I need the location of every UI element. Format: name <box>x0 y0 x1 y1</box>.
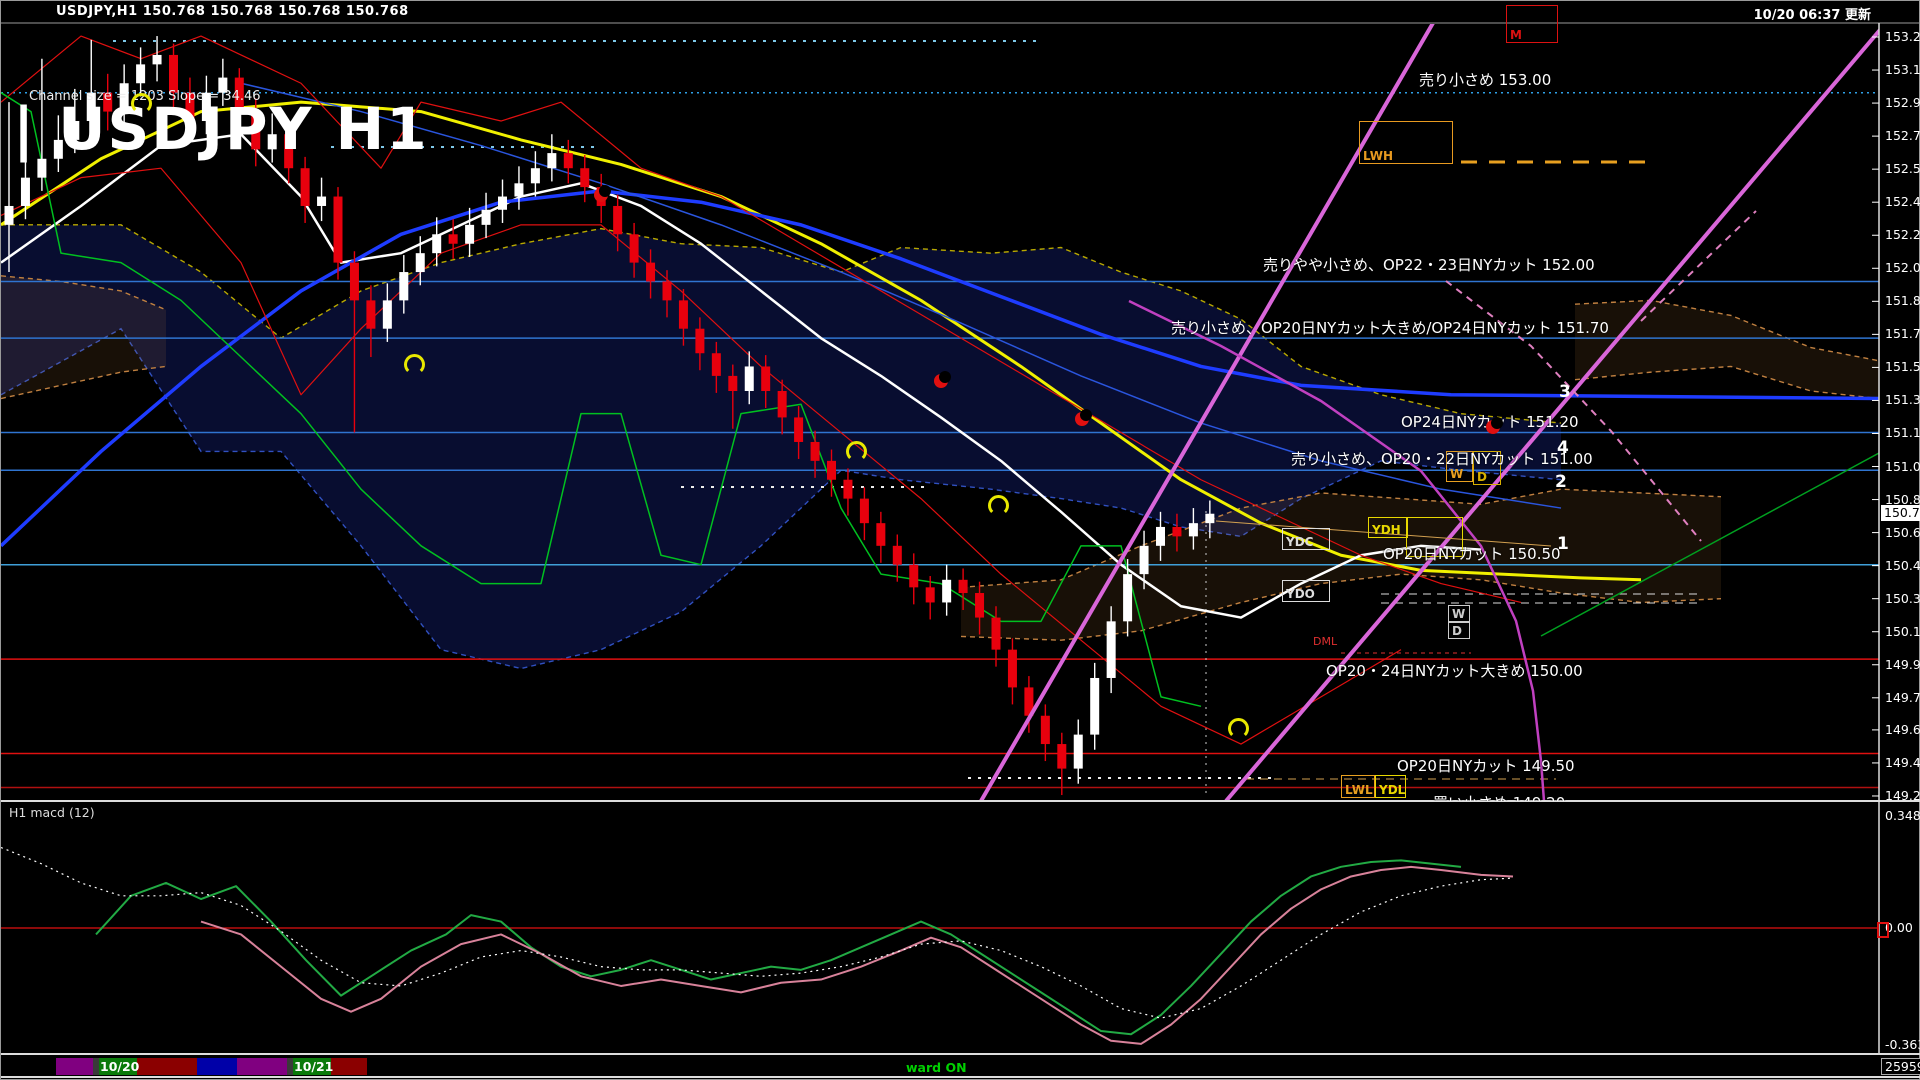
price-tick-label: 150.670 <box>1885 525 1920 540</box>
price-tick-label: 151.020 <box>1885 459 1920 474</box>
wave-number-label: 4 <box>1557 438 1569 458</box>
price-tick-label: 151.545 <box>1885 359 1920 374</box>
price-tick-label: 150.320 <box>1885 591 1920 606</box>
macd-tick-label: -0.363 <box>1885 1037 1920 1052</box>
price-tick-label: 150.145 <box>1885 624 1920 639</box>
main-chart-area[interactable]: | USDJPY H1 Channel size = 1203 Slope = … <box>1 23 1879 801</box>
moon-phase-icon-yellow <box>988 495 1009 516</box>
moon-phase-icon-red <box>594 188 608 202</box>
timeline-segment <box>56 1058 93 1075</box>
price-tick-label: 149.970 <box>1885 657 1920 672</box>
price-tick-label: 149.795 <box>1885 690 1920 705</box>
timeline-segment <box>367 1058 1879 1075</box>
price-tick-label: 151.195 <box>1885 425 1920 440</box>
timeline-status-label: ward ON <box>906 1060 967 1075</box>
moon-phase-icon-red <box>1075 412 1089 426</box>
level-annotation: 売り小さめ 153.00 <box>1419 69 1551 90</box>
price-tick-label: 151.895 <box>1885 293 1920 308</box>
macd-panel-group <box>1 848 1879 1044</box>
wave-number-label: 1 <box>1557 534 1569 554</box>
level-annotation: 売り小さめ、OP20・22日NYカット 151.00 <box>1291 448 1593 469</box>
chart-window: USDJPY,H1 150.768 150.768 150.768 150.76… <box>0 0 1920 1080</box>
level-annotation: 売りやや小さめ、OP22・23日NYカット 152.00 <box>1263 254 1595 275</box>
price-tick-label: 153.120 <box>1885 62 1920 77</box>
macd-signal-dotted <box>1 848 1513 1019</box>
moon-phase-icon-red <box>1486 420 1500 434</box>
timeline-segment <box>237 1058 287 1075</box>
level-annotation: DML <box>1313 635 1337 648</box>
price-tick-label: 149.625 <box>1885 722 1920 737</box>
moon-phase-icon-yellow <box>846 441 867 462</box>
macd-pink <box>201 867 1513 1044</box>
price-tick-label: 150.495 <box>1885 558 1920 573</box>
macd-tick-label: 0.348 <box>1885 808 1920 823</box>
footer-value-box: 25959 <box>1881 1058 1920 1075</box>
macd-indicator-label: H1 macd (12) <box>9 805 95 820</box>
timeline-segment <box>1 1058 56 1075</box>
timeline-segment <box>137 1058 197 1075</box>
price-tick-label: 151.370 <box>1885 392 1920 407</box>
timeline-date-label: 10/20 <box>100 1059 139 1074</box>
price-tick-label: 149.450 <box>1885 755 1920 770</box>
price-tick-label: 153.295 <box>1885 29 1920 44</box>
price-tick-label: 152.420 <box>1885 194 1920 209</box>
level-annotation: OP20・24日NYカット大きめ 150.00 <box>1326 660 1583 681</box>
current-price-badge: 150.768 <box>1881 505 1920 521</box>
symbol-watermark: | USDJPY H1 <box>13 95 429 163</box>
price-tick-label: 152.770 <box>1885 128 1920 143</box>
macd-tick-label: 0.00 <box>1885 920 1913 935</box>
level-annotation: OP20日NYカット 150.50 <box>1383 543 1561 564</box>
level-annotation: OP20日NYカット 149.50 <box>1397 755 1575 776</box>
price-tick-label: 152.595 <box>1885 161 1920 176</box>
wave-number-label: 2 <box>1555 472 1567 492</box>
moon-phase-icon-yellow <box>131 93 152 114</box>
timeline-date-label: 10/21 <box>294 1059 333 1074</box>
timeline-segment <box>331 1058 367 1075</box>
moon-phase-icon-yellow <box>1228 718 1249 739</box>
price-tick-label: 152.945 <box>1885 95 1920 110</box>
moon-phase-icon-red <box>934 374 948 388</box>
chart-stage[interactable]: | USDJPY H1 Channel size = 1203 Slope = … <box>1 1 1920 1080</box>
price-tick-label: 151.720 <box>1885 326 1920 341</box>
price-tick-label: 152.245 <box>1885 227 1920 242</box>
price-tick-label: 152.070 <box>1885 260 1920 275</box>
macd-green <box>96 860 1461 1034</box>
level-annotation: 買い小さめ 149.20 <box>1433 792 1565 801</box>
timeline-segment <box>197 1058 237 1075</box>
moon-phase-icon-yellow <box>404 354 425 375</box>
macd-zero-marker <box>1877 922 1889 938</box>
price-tick-label: 149.275 <box>1885 788 1920 803</box>
wave-number-label: 3 <box>1559 382 1571 402</box>
level-annotation: 売り小さめ、OP20日NYカット大きめ/OP24日NYカット 151.70 <box>1171 317 1609 338</box>
